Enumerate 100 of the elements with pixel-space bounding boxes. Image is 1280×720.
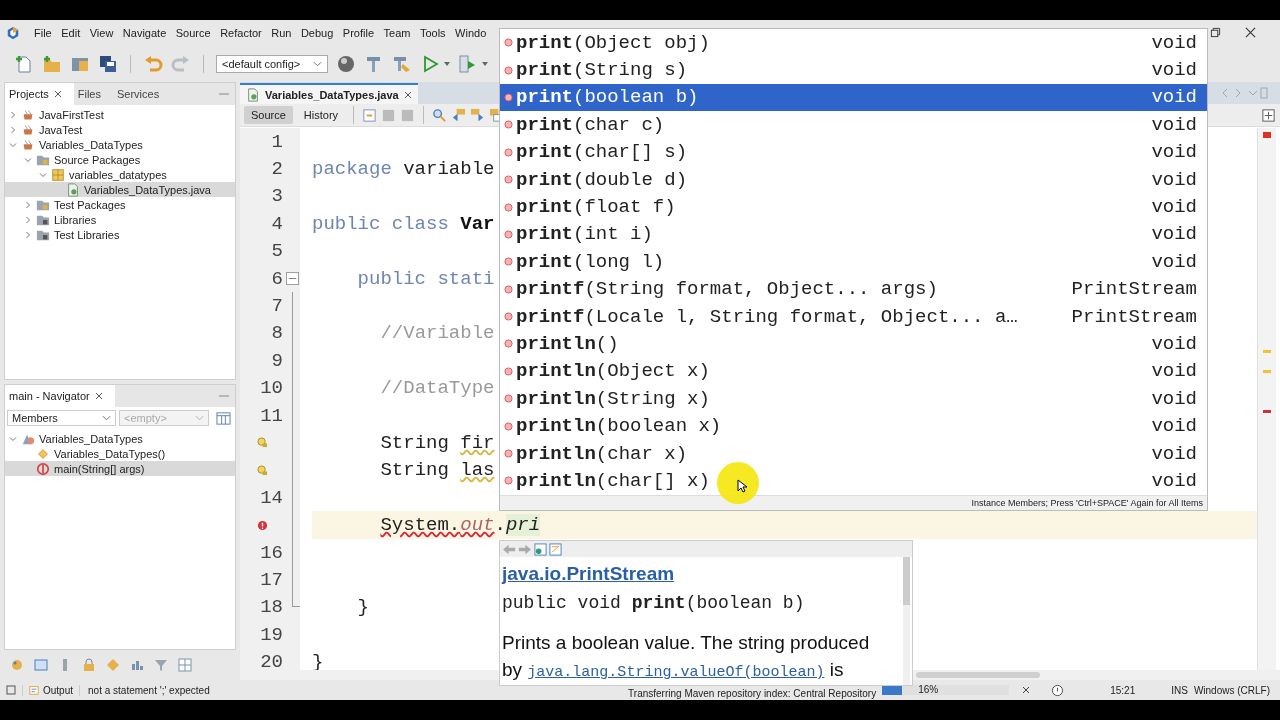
close-icon[interactable] — [53, 90, 62, 98]
tree-item[interactable]: Variables_DataTypes() — [5, 446, 235, 461]
window-icon[interactable] — [6, 685, 16, 695]
completion-item[interactable]: println(boolean x) void — [500, 412, 1207, 440]
cancel-icon[interactable] — [1021, 685, 1032, 695]
panel-tab[interactable]: Services — [113, 83, 172, 105]
completion-item[interactable]: print(int i) void — [500, 220, 1207, 249]
tree-item[interactable]: Libraries — [5, 212, 235, 227]
tree-item[interactable]: JavaFirstTest — [5, 107, 235, 122]
chevron-icon[interactable] — [24, 200, 32, 209]
caret-icon[interactable] — [102, 415, 111, 421]
tree-item[interactable]: Variables_DataTypes — [5, 137, 235, 152]
scrollbar[interactable] — [916, 672, 1040, 678]
config-dropdown[interactable]: <default config> — [216, 54, 328, 73]
code-link[interactable]: java.lang.String.valueOf(boolean) — [527, 664, 825, 681]
panel-tab[interactable]: main - Navigator — [5, 385, 115, 407]
chevron-icon[interactable] — [9, 140, 17, 149]
split-icon[interactable] — [1261, 107, 1276, 123]
chevron-icon[interactable] — [9, 110, 17, 119]
minimize-icon[interactable] — [219, 92, 229, 96]
tree-item[interactable]: Test Packages — [5, 197, 235, 212]
menu-item[interactable]: Source — [175, 26, 211, 39]
completion-item[interactable]: println(char x) void — [500, 439, 1207, 468]
view-toggle[interactable]: Source — [244, 106, 293, 124]
caret-icon[interactable] — [313, 60, 322, 67]
menu-item[interactable]: Windo — [455, 26, 487, 39]
window-icon[interactable] — [34, 658, 48, 672]
close-icon[interactable] — [403, 90, 412, 99]
menu-item[interactable]: View — [89, 26, 114, 39]
lock-icon[interactable] — [82, 658, 96, 672]
fold-toggle-icon[interactable] — [285, 272, 299, 286]
shapes-icon[interactable] — [106, 658, 120, 672]
tab-nav-icon[interactable] — [1222, 87, 1268, 99]
menu-item[interactable]: Refactor — [220, 26, 262, 39]
new-file-icon[interactable] — [14, 53, 34, 74]
completion-item[interactable]: print(boolean b) void — [500, 83, 1207, 112]
completion-item[interactable]: println() void — [500, 330, 1207, 358]
restore-window-icon[interactable] — [1210, 27, 1221, 38]
menu-item[interactable]: Tools — [419, 26, 446, 39]
chevron-icon[interactable] — [9, 434, 17, 443]
palette-icon[interactable] — [10, 658, 24, 672]
tree-item[interactable]: Variables_DataTypes — [5, 431, 235, 446]
tree-item[interactable]: main(String[] args) — [5, 461, 235, 476]
menu-item[interactable]: File — [34, 26, 52, 39]
back-forward-icon[interactable] — [502, 542, 532, 556]
tree-item[interactable]: Variables_DataTypes.java — [5, 182, 235, 197]
tree-item[interactable]: JavaTest — [5, 122, 235, 137]
menu-item[interactable]: Navigate — [122, 26, 167, 39]
completion-item[interactable]: print(long l) void — [500, 248, 1207, 276]
scrollbar[interactable] — [903, 557, 910, 605]
close-window-icon[interactable] — [1245, 27, 1256, 38]
menu-item[interactable]: Debug — [300, 26, 334, 39]
layout-icon[interactable] — [216, 410, 231, 426]
menu-item[interactable]: Edit — [61, 26, 81, 39]
chevron-icon[interactable] — [24, 155, 32, 164]
class-link[interactable]: java.io.PrintStream — [502, 563, 675, 585]
caret-icon[interactable] — [482, 61, 488, 66]
completion-item[interactable]: println(String x) void — [500, 385, 1207, 413]
chevron-icon[interactable] — [24, 215, 32, 224]
panel-tab[interactable]: Files — [73, 83, 113, 105]
find-previous-icon[interactable] — [451, 107, 467, 123]
filter-icon[interactable] — [154, 658, 168, 672]
save-all-icon[interactable] — [98, 53, 118, 74]
redo-icon[interactable] — [171, 53, 191, 74]
tree-item[interactable]: Source Packages — [5, 152, 235, 167]
chevron-icon[interactable] — [24, 230, 32, 239]
completion-item[interactable]: print(float f) void — [500, 193, 1207, 221]
tree-item[interactable]: variables_datatypes — [5, 167, 235, 182]
grid-icon[interactable] — [178, 658, 192, 672]
find-next-icon[interactable] — [470, 107, 486, 123]
undo-icon[interactable] — [143, 53, 163, 74]
chart-icon[interactable] — [130, 658, 144, 672]
output-button[interactable]: Output — [22, 684, 81, 696]
view-toggle[interactable]: History — [296, 106, 346, 124]
completion-item[interactable]: print(char[] s) void — [500, 138, 1207, 166]
caret-icon[interactable] — [444, 61, 450, 66]
completion-item[interactable]: printf(Locale l, String format, Object... a… PrintStream — [500, 302, 1207, 331]
menu-item[interactable]: Profile — [342, 26, 374, 39]
panel-tab[interactable]: Projects — [5, 83, 74, 105]
globe-icon[interactable] — [336, 53, 356, 74]
completion-item[interactable]: printf(String format, Object... args) PrintStream — [500, 275, 1207, 303]
chevron-icon[interactable] — [39, 170, 47, 179]
menu-item[interactable]: Run — [271, 26, 292, 39]
history-icon[interactable] — [362, 107, 378, 123]
completion-item[interactable]: print(char c) void — [500, 111, 1207, 139]
completion-item[interactable]: println(char[] x) void — [500, 467, 1207, 495]
notifications-icon[interactable] — [1051, 683, 1065, 697]
completion-item[interactable]: print(double d) void — [500, 165, 1207, 194]
minimize-icon[interactable] — [219, 394, 229, 398]
close-icon[interactable] — [94, 392, 103, 400]
completion-item[interactable]: print(Object obj) void — [500, 29, 1207, 57]
browser-icon[interactable] — [534, 542, 547, 556]
new-project-icon[interactable] — [42, 53, 62, 74]
menu-item[interactable]: Team — [383, 26, 411, 39]
chevron-icon[interactable] — [9, 125, 17, 134]
members-dropdown[interactable]: Members — [7, 410, 116, 426]
completion-item[interactable]: print(String s) void — [500, 56, 1207, 84]
tree-item[interactable]: Test Libraries — [5, 227, 235, 242]
completion-item[interactable]: println(Object x) void — [500, 357, 1207, 386]
editor-tab[interactable]: Variables_DataTypes.java — [240, 83, 418, 104]
